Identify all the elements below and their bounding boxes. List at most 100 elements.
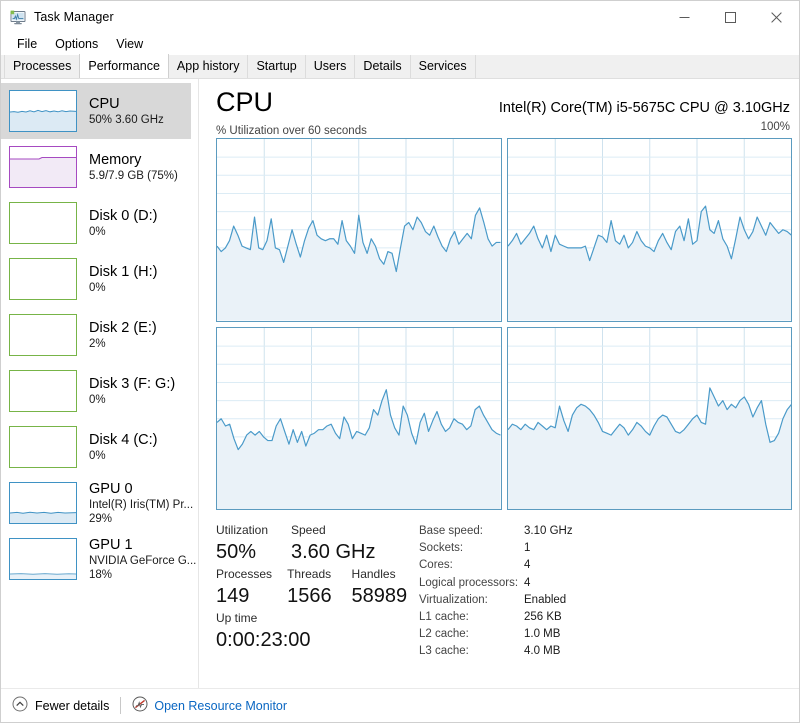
caption-buttons: [661, 1, 799, 33]
spec-value-l3-cache: 4.0 MB: [524, 645, 561, 658]
close-button[interactable]: [753, 1, 799, 33]
stats-row-1: Utilization 50% Speed 3.60 GHz: [216, 521, 416, 565]
disk-3-thumbnail: [9, 370, 77, 412]
gpu-0-thumbnail: [9, 482, 77, 524]
sidebar-item-label: Disk 0 (D:): [89, 207, 158, 224]
sidebar-item-label: Disk 2 (E:): [89, 319, 157, 336]
cpu-model-label: Intel(R) Core(TM) i5-5675C CPU @ 3.10GHz: [498, 100, 790, 116]
sidebar-item-cpu[interactable]: CPU 50% 3.60 GHz: [1, 83, 191, 139]
sidebar-item-detail: 0%: [89, 225, 106, 238]
sidebar-item-memory[interactable]: Memory 5.9/7.9 GB (75%): [1, 139, 198, 195]
tab-services[interactable]: Services: [409, 55, 476, 78]
disk-3-label-group: Disk 3 (F: G:) 0%: [89, 376, 175, 407]
sidebar-item-disk-3[interactable]: Disk 3 (F: G:) 0%: [1, 363, 198, 419]
resource-monitor-label: Open Resource Monitor: [154, 698, 288, 713]
cpu-spec-table: Base speed: Sockets: Cores: Logical proc…: [419, 523, 573, 661]
disk-0-thumbnail: [9, 202, 77, 244]
spec-label-cores: Cores:: [419, 559, 453, 572]
sidebar-item-label: GPU 0: [89, 480, 133, 497]
status-separator: [120, 697, 122, 714]
spec-value-base-speed: 3.10 GHz: [524, 525, 573, 537]
cpu-graph-logical-3[interactable]: [506, 326, 792, 510]
tab-details[interactable]: Details: [354, 55, 411, 78]
stat-uptime: Up time 0:00:23:00: [216, 609, 311, 653]
tab-processes[interactable]: Processes: [4, 55, 81, 78]
stat-label: Handles: [351, 567, 396, 581]
stats-row-2: Processes 149 Threads 1566 Handles 58989: [216, 565, 416, 609]
tab-strip: Processes Performance App history Startu…: [1, 54, 799, 79]
tab-users[interactable]: Users: [304, 55, 356, 78]
cpu-graph-logical-0[interactable]: [216, 138, 502, 322]
cpu-statistics: Utilization 50% Speed 3.60 GHz Processes…: [216, 521, 792, 661]
sidebar-item-disk-0[interactable]: Disk 0 (D:) 0%: [1, 195, 198, 251]
stat-label: Utilization: [216, 523, 269, 537]
disk-4-label-group: Disk 4 (C:) 0%: [89, 432, 157, 463]
task-manager-window: Task Manager File Options View Processes…: [0, 0, 800, 723]
stat-value: 149: [216, 585, 250, 607]
sidebar-item-detail: 0%: [89, 449, 106, 462]
tab-performance[interactable]: Performance: [79, 54, 169, 78]
spec-label-base-speed: Base speed:: [419, 525, 483, 537]
disk-4-thumbnail: [9, 426, 77, 468]
tab-app-history[interactable]: App history: [167, 55, 249, 78]
stat-label: Processes: [216, 567, 273, 581]
disk-0-label-group: Disk 0 (D:) 0%: [89, 208, 157, 239]
disk-2-label-group: Disk 2 (E:) 2%: [89, 320, 157, 351]
sidebar-item-gpu-0[interactable]: GPU 0 Intel(R) Iris(TM) Pr... 29%: [1, 475, 198, 531]
sidebar-item-usage: 18%: [89, 568, 113, 581]
sidebar-item-disk-1[interactable]: Disk 1 (H:) 0%: [1, 251, 198, 307]
sidebar-item-detail: 50% 3.60 GHz: [89, 113, 164, 126]
maximize-button[interactable]: [707, 1, 753, 33]
cpu-graph-grid: [216, 138, 792, 510]
menu-item-options[interactable]: Options: [46, 33, 107, 55]
spec-label-l3-cache: L3 cache:: [419, 645, 469, 658]
spec-label-sockets: Sockets:: [419, 542, 464, 555]
spec-value-l2-cache: 1.0 MB: [524, 628, 561, 641]
menu-item-view[interactable]: View: [107, 33, 152, 55]
sidebar-item-detail: 5.9/7.9 GB (75%): [89, 169, 178, 182]
axis-label-y-max: 100%: [760, 121, 790, 133]
primary-stats: Utilization 50% Speed 3.60 GHz Processes…: [216, 521, 416, 653]
cpu-graph-logical-2[interactable]: [216, 326, 502, 510]
spec-label-column: Base speed: Sockets: Cores: Logical proc…: [419, 523, 524, 661]
spec-value-logical-processors: 4: [524, 576, 531, 589]
graph-axis-labels: % Utilization over 60 seconds 100%: [216, 121, 792, 138]
gpu-1-label-group: GPU 1 NVIDIA GeForce G... 18%: [89, 537, 196, 582]
stat-label: Speed: [291, 523, 326, 537]
task-manager-icon: [10, 9, 26, 25]
sidebar-item-disk-2[interactable]: Disk 2 (E:) 2%: [1, 307, 198, 363]
stat-value: 1566: [287, 585, 332, 607]
cpu-thumbnail: [9, 90, 77, 132]
spec-value-l1-cache: 256 KB: [524, 611, 562, 624]
fewer-details-button[interactable]: Fewer details: [12, 696, 109, 715]
menu-bar: File Options View: [1, 33, 799, 55]
open-resource-monitor-link[interactable]: Open Resource Monitor: [132, 696, 287, 715]
memory-thumbnail: [9, 146, 77, 188]
panel-header: CPU Intel(R) Core(TM) i5-5675C CPU @ 3.1…: [216, 85, 792, 121]
stat-utilization: Utilization 50%: [216, 521, 291, 565]
sidebar-item-usage: 29%: [89, 512, 113, 525]
sidebar-item-gpu-1[interactable]: GPU 1 NVIDIA GeForce G... 18%: [1, 531, 198, 587]
sidebar-item-label: Disk 4 (C:): [89, 431, 158, 448]
cpu-graph-logical-1[interactable]: [506, 138, 792, 322]
spec-label-l1-cache: L1 cache:: [419, 611, 469, 624]
stat-handles: Handles 58989: [352, 565, 416, 609]
stat-value: 58989: [351, 585, 408, 607]
fewer-details-label: Fewer details: [35, 698, 110, 713]
stat-processes: Processes 149: [216, 565, 287, 609]
sidebar-item-detail: NVIDIA GeForce G...: [89, 554, 197, 567]
stat-speed: Speed 3.60 GHz: [291, 521, 375, 565]
stat-threads: Threads 1566: [287, 565, 351, 609]
window-title: Task Manager: [34, 10, 114, 24]
stat-value: 0:00:23:00: [216, 629, 311, 651]
stat-label: Threads: [287, 567, 332, 581]
tab-startup[interactable]: Startup: [247, 55, 306, 78]
spec-label-logical-processors: Logical processors:: [419, 576, 519, 589]
menu-item-file[interactable]: File: [8, 33, 46, 55]
chevron-up-icon: [12, 696, 28, 715]
minimize-button[interactable]: [661, 1, 707, 33]
sidebar-item-label: Memory: [89, 151, 142, 168]
stat-value: 50%: [216, 541, 257, 563]
sidebar-item-detail: 0%: [89, 393, 106, 406]
sidebar-item-disk-4[interactable]: Disk 4 (C:) 0%: [1, 419, 198, 475]
